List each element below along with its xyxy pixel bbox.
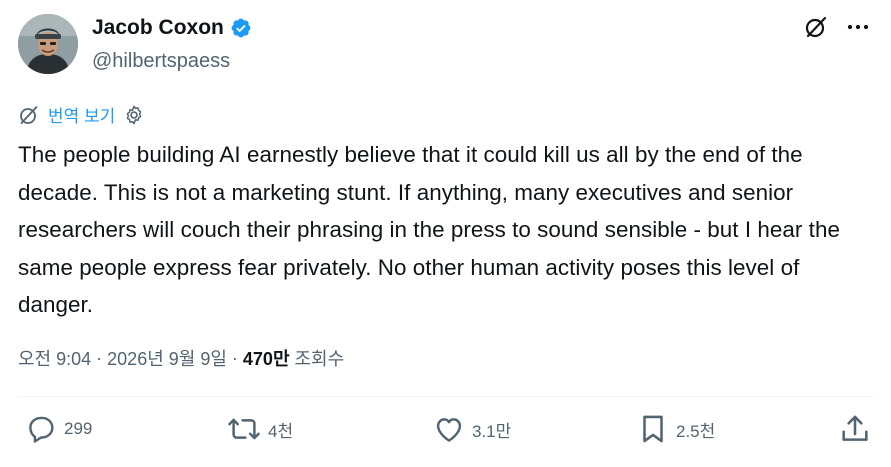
post-date[interactable]: 2026년 9월 9일: [107, 345, 227, 371]
heart-icon: [432, 412, 466, 446]
gear-icon[interactable]: [123, 104, 145, 126]
bookmark-count: 2.5천: [676, 421, 716, 441]
reply-icon: [24, 412, 58, 446]
repost-button[interactable]: 4천: [226, 412, 293, 446]
post-time[interactable]: 오전 9:04: [18, 345, 91, 371]
author-name-row: Jacob Coxon: [92, 16, 252, 40]
bookmark-icon: [636, 412, 670, 446]
author-handle[interactable]: @hilbertspaess: [92, 50, 230, 73]
like-button[interactable]: 3.1만: [432, 412, 511, 446]
reply-button[interactable]: 299: [24, 412, 92, 446]
repost-icon: [226, 412, 262, 446]
post-top-actions: [803, 14, 871, 40]
post-meta: 오전 9:04 · 2026년 9월 9일 · 470만 조회수: [18, 345, 344, 371]
divider: [18, 396, 873, 397]
avatar[interactable]: [18, 14, 78, 74]
grok-icon[interactable]: [803, 14, 829, 40]
translate-row: 번역 보기: [18, 102, 145, 127]
reply-count: 299: [64, 419, 93, 438]
like-count: 3.1만: [472, 421, 512, 441]
meta-separator: ·: [226, 347, 243, 368]
verified-badge-icon[interactable]: [230, 17, 252, 39]
more-icon[interactable]: [845, 14, 871, 40]
share-icon: [838, 412, 872, 446]
meta-separator: ·: [91, 347, 108, 368]
views-count[interactable]: 470만: [243, 345, 290, 371]
avatar-image: [18, 14, 78, 74]
action-bar: 299 4천 3.1만 2.5천: [0, 412, 891, 456]
post-text: The people building AI earnestly believe…: [18, 142, 840, 317]
views-label: 조회수: [289, 349, 345, 369]
bookmark-button[interactable]: 2.5천: [636, 412, 715, 446]
author-name[interactable]: Jacob Coxon: [92, 16, 224, 40]
translate-link[interactable]: 번역 보기: [48, 102, 115, 127]
share-button[interactable]: [838, 412, 872, 446]
translate-icon[interactable]: [18, 104, 40, 126]
repost-count: 4천: [268, 421, 294, 441]
